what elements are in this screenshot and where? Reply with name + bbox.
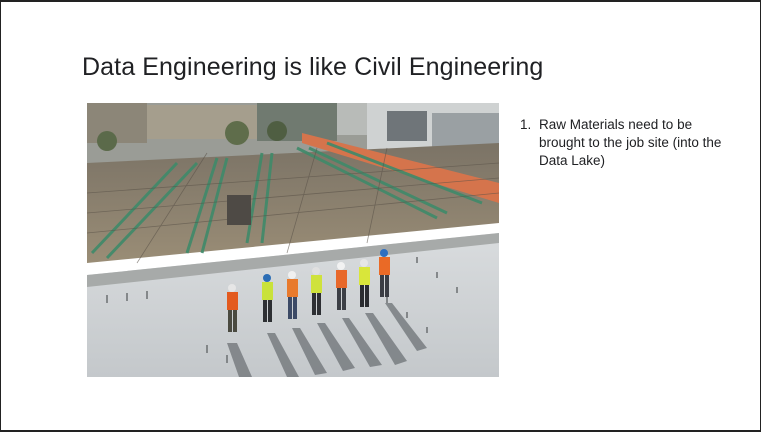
presentation-slide: Data Engineering is like Civil Engineeri… [0,0,761,432]
bullet-list: 1. Raw Materials need to be brought to t… [520,116,735,170]
bullet-number: 1. [520,117,532,132]
bullet-item: 1. Raw Materials need to be brought to t… [520,116,735,170]
bullet-text: Raw Materials need to be brought to the … [539,117,722,168]
slide-title: Data Engineering is like Civil Engineeri… [82,53,544,81]
construction-site-photo [87,103,499,377]
